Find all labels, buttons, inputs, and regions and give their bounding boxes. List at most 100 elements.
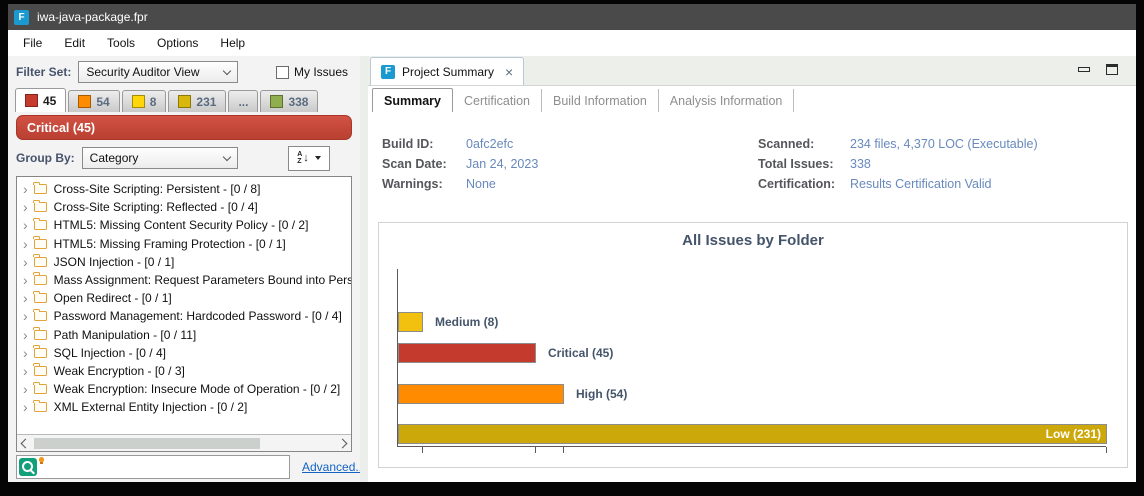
x-axis-tick <box>1106 447 1107 453</box>
tab-analysis-information[interactable]: Analysis Information <box>659 89 795 112</box>
info-label: Warnings: <box>382 177 443 191</box>
expand-chevron-icon[interactable]: › <box>23 200 28 214</box>
chevron-down-icon <box>222 152 231 161</box>
severity-tab-54[interactable]: 54 <box>68 90 120 112</box>
close-icon[interactable]: × <box>505 65 513 79</box>
expand-chevron-icon[interactable]: › <box>23 255 28 269</box>
editor-tab-project-summary[interactable]: F Project Summary × <box>370 57 525 85</box>
tree-item[interactable]: › Cross-Site Scripting: Persistent - [0 /… <box>17 180 351 198</box>
severity-tab-[interactable]: ... <box>228 90 259 112</box>
tab-summary[interactable]: Summary <box>372 88 453 112</box>
sort-down-arrow-icon: ↓ <box>303 152 309 164</box>
x-axis-tick <box>562 447 564 453</box>
search-field[interactable] <box>16 455 290 479</box>
info-value: 338 <box>850 157 871 171</box>
expand-chevron-icon[interactable]: › <box>23 400 28 414</box>
folder-icon <box>33 272 47 286</box>
info-row: Certification: Results Certification Vali… <box>758 174 1038 194</box>
severity-color-swatch <box>131 95 145 108</box>
tree-item[interactable]: › HTML5: Missing Content Security Policy … <box>17 216 351 234</box>
main-area: Filter Set: Security Auditor View My Iss… <box>8 56 1136 482</box>
horizontal-scrollbar[interactable] <box>17 434 351 451</box>
expand-chevron-icon[interactable]: › <box>23 291 28 305</box>
folder-icon <box>33 381 47 395</box>
tree-item[interactable]: › Cross-Site Scripting: Reflected - [0 / … <box>17 198 351 216</box>
search-row: Advanced... <box>8 452 365 482</box>
folder-icon <box>33 363 47 376</box>
menu-item-options[interactable]: Options <box>146 36 209 50</box>
tree-item[interactable]: › Path Manipulation - [0 / 11] <box>17 326 351 344</box>
info-label: Scanned: <box>758 137 815 151</box>
x-axis-line <box>397 446 1106 447</box>
expand-chevron-icon[interactable]: › <box>23 328 28 342</box>
severity-count: 231 <box>196 94 217 109</box>
info-row: Build ID: 0afc2efc <box>382 134 758 154</box>
tree-item[interactable]: › Password Management: Hardcoded Password… <box>17 307 351 325</box>
folder-icon <box>33 199 47 213</box>
tree-item[interactable]: › Mass Assignment: Request Parameters Bou… <box>17 271 351 289</box>
filter-set-row: Filter Set: Security Auditor View My Iss… <box>8 56 360 88</box>
title-bar: F iwa-java-package.fpr <box>8 4 1136 30</box>
tree-item[interactable]: › Weak Encryption - [0 / 3] <box>17 362 351 380</box>
menu-item-tools[interactable]: Tools <box>96 36 146 50</box>
tree-item[interactable]: › SQL Injection - [0 / 4] <box>17 344 351 362</box>
search-icon[interactable] <box>19 458 37 476</box>
window-title: iwa-java-package.fpr <box>37 10 148 24</box>
my-issues-checkbox[interactable] <box>275 65 289 79</box>
bar-low: Low (231) <box>398 424 1107 444</box>
group-by-select[interactable]: Category <box>81 147 238 169</box>
info-label: Build ID: <box>382 137 434 151</box>
scroll-right-arrow-icon[interactable] <box>337 438 348 448</box>
scrollbar-thumb[interactable] <box>34 437 260 449</box>
expand-chevron-icon[interactable]: › <box>23 218 28 232</box>
expand-chevron-icon[interactable]: › <box>23 309 28 323</box>
issue-tree: › Cross-Site Scripting: Persistent - [0 /… <box>17 177 351 434</box>
scroll-left-arrow-icon[interactable] <box>20 438 31 448</box>
tab-build-information[interactable]: Build Information <box>542 89 659 112</box>
tree-item[interactable]: › HTML5: Missing Framing Protection - [0 … <box>17 235 351 253</box>
critical-banner[interactable]: Critical (45) <box>16 115 352 140</box>
tree-item[interactable]: › Weak Encryption: Insecure Mode of Opera… <box>17 380 351 398</box>
menu-item-file[interactable]: File <box>12 36 53 50</box>
build-info-left-column: Build ID: 0afc2efc Scan Date: Jan 24, 2023 W… <box>382 134 758 194</box>
tree-item[interactable]: › JSON Injection - [0 / 1] <box>17 253 351 271</box>
tab-certification[interactable]: Certification <box>453 89 542 112</box>
sort-az-icon: AZ <box>297 151 303 165</box>
maximize-icon[interactable] <box>1106 64 1118 75</box>
expand-chevron-icon[interactable]: › <box>23 237 28 251</box>
severity-tab-45[interactable]: 45 <box>15 88 67 112</box>
info-value: None <box>466 177 496 191</box>
minimize-icon[interactable] <box>1078 67 1090 72</box>
advanced-link[interactable]: Advanced... <box>302 460 365 474</box>
expand-chevron-icon[interactable]: › <box>23 382 28 396</box>
group-by-row: Group By: Category AZ ↓ <box>8 142 360 174</box>
tree-item-label: Mass Assignment: Request Parameters Boun… <box>53 273 351 288</box>
panel-splitter[interactable] <box>360 56 368 482</box>
tree-item-label: Weak Encryption: Insecure Mode of Operat… <box>53 382 341 397</box>
expand-chevron-icon[interactable]: › <box>23 346 28 360</box>
severity-tab-231[interactable]: 231 <box>168 90 227 112</box>
bar-label: High (54) <box>576 387 628 401</box>
expand-chevron-icon[interactable]: › <box>23 273 28 287</box>
filter-set-select[interactable]: Security Auditor View <box>78 61 239 83</box>
expand-chevron-icon[interactable]: › <box>23 182 28 196</box>
tree-item[interactable]: › Open Redirect - [0 / 1] <box>17 289 351 307</box>
tree-item[interactable]: › XML External Entity Injection - [0 / 2] <box>17 398 351 416</box>
app-window: F iwa-java-package.fpr File Edit Tools Opti… <box>8 4 1136 482</box>
info-value: 234 files, 4,370 LOC (Executable) <box>850 137 1038 151</box>
sort-alpha-button[interactable]: AZ ↓ <box>288 145 330 171</box>
severity-count: 45 <box>43 93 57 108</box>
tree-item-label: XML External Entity Injection - [0 / 2] <box>53 400 248 415</box>
severity-tab-338[interactable]: 338 <box>260 90 319 112</box>
menu-item-help[interactable]: Help <box>209 36 256 50</box>
build-info-right-column: Scanned: 234 files, 4,370 LOC (Executable… <box>758 134 1038 194</box>
folder-icon <box>33 181 47 195</box>
tree-item-label: Open Redirect - [0 / 1] <box>53 291 172 306</box>
severity-color-swatch <box>25 94 38 107</box>
group-by-label: Group By: <box>16 151 75 165</box>
info-label: Certification: <box>758 177 836 191</box>
search-input[interactable] <box>47 458 287 476</box>
severity-tab-8[interactable]: 8 <box>121 90 167 112</box>
menu-item-edit[interactable]: Edit <box>53 36 96 50</box>
expand-chevron-icon[interactable]: › <box>23 364 28 378</box>
